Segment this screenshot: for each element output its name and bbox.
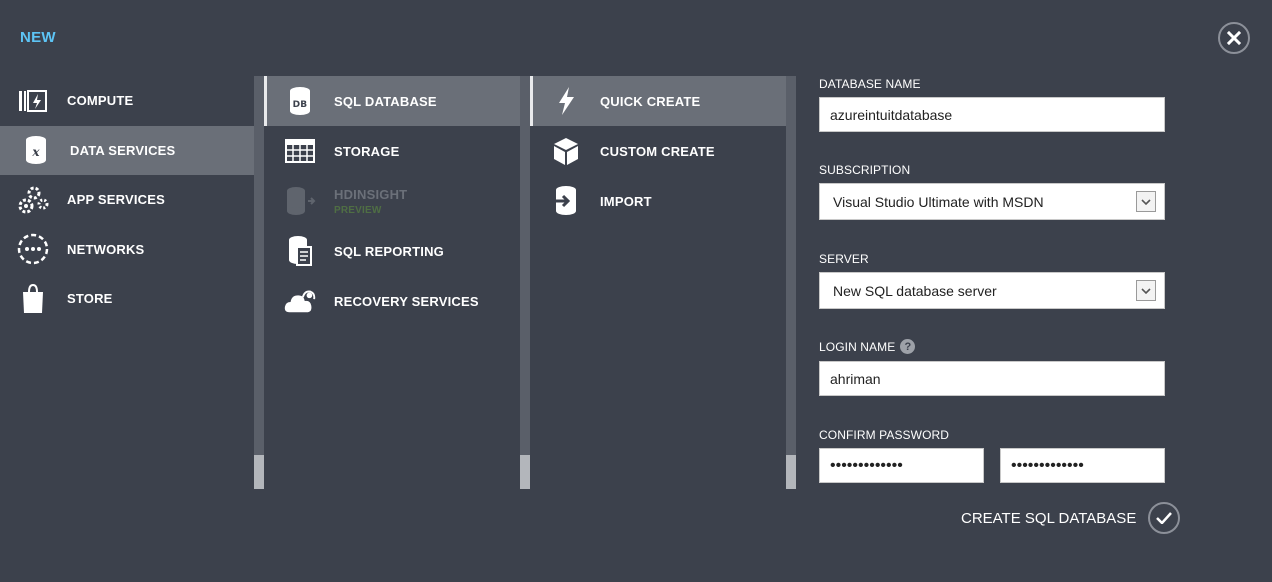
compute-icon — [17, 85, 49, 117]
category-list: COMPUTE x DATA SERVICES APP SERVICES NET… — [0, 76, 254, 489]
close-button[interactable] — [1218, 22, 1250, 54]
server-value: New SQL database server — [833, 282, 997, 299]
checkmark-icon[interactable] — [1148, 502, 1181, 534]
category-label: STORE — [67, 291, 113, 307]
data-services-icon: x — [20, 134, 52, 166]
svg-text:DB: DB — [293, 100, 308, 110]
password-input[interactable]: ••••••••••••• — [819, 448, 984, 483]
category-item-compute[interactable]: COMPUTE — [0, 76, 254, 126]
database-name-label: DATABASE NAME — [819, 77, 921, 91]
database-name-input[interactable]: azureintuitdatabase — [819, 97, 1165, 132]
login-name-label-row: LOGIN NAME ? — [819, 339, 916, 354]
scrollbar-thumb[interactable] — [786, 455, 796, 489]
storage-icon — [284, 135, 316, 167]
svg-text:x: x — [31, 145, 40, 159]
service-label: HDINSIGHT — [334, 186, 408, 202]
close-icon — [1227, 31, 1241, 45]
networks-icon — [17, 233, 49, 265]
category-item-store[interactable]: STORE — [0, 274, 254, 324]
confirm-password-input[interactable]: ••••••••••••• — [1000, 448, 1165, 483]
login-name-label: LOGIN NAME — [819, 339, 896, 354]
service-label: RECOVERY SERVICES — [334, 293, 479, 309]
sql-reporting-icon — [284, 235, 316, 267]
sql-database-icon: DB — [284, 85, 316, 117]
page-title: NEW — [20, 29, 56, 46]
chevron-down-icon[interactable] — [1136, 280, 1156, 301]
app-services-icon — [17, 184, 49, 216]
service-label-group: HDINSIGHT PREVIEW — [334, 187, 407, 216]
action-scrollbar[interactable] — [786, 76, 796, 489]
hdinsight-icon — [284, 185, 316, 217]
service-item-hdinsight: HDINSIGHT PREVIEW — [264, 176, 520, 226]
subscription-value: Visual Studio Ultimate with MSDN — [833, 193, 1044, 210]
service-label: STORAGE — [334, 143, 400, 159]
category-item-data-services[interactable]: x DATA SERVICES — [0, 125, 254, 175]
service-item-sql-reporting[interactable]: SQL REPORTING — [264, 226, 520, 276]
subscription-label: SUBSCRIPTION — [819, 163, 911, 177]
action-item-quick-create[interactable]: QUICK CREATE — [530, 76, 786, 126]
scrollbar-thumb[interactable] — [254, 455, 264, 489]
service-item-recovery-services[interactable]: RECOVERY SERVICES — [264, 276, 520, 326]
category-scrollbar[interactable] — [254, 76, 264, 489]
chevron-down-icon[interactable] — [1136, 191, 1156, 212]
login-name-input[interactable]: ahriman — [819, 361, 1165, 396]
confirm-password-label: CONFIRM PASSWORD — [819, 428, 950, 442]
lightning-icon — [550, 85, 582, 117]
service-scrollbar[interactable] — [520, 76, 530, 489]
recovery-services-icon — [284, 285, 316, 317]
category-label: NETWORKS — [67, 241, 145, 257]
preview-badge: PREVIEW — [334, 204, 382, 216]
action-list: QUICK CREATE CUSTOM CREATE IMPORT — [530, 76, 786, 489]
help-icon[interactable]: ? — [900, 339, 916, 354]
create-sql-database-button[interactable]: CREATE SQL DATABASE — [961, 502, 1181, 534]
service-label: SQL REPORTING — [334, 243, 444, 259]
service-item-storage[interactable]: STORAGE — [264, 126, 520, 176]
create-label: CREATE SQL DATABASE — [961, 509, 1137, 527]
store-icon — [17, 283, 49, 315]
server-select[interactable]: New SQL database server — [819, 272, 1165, 309]
category-item-app-services[interactable]: APP SERVICES — [0, 175, 254, 225]
box-icon — [550, 135, 582, 167]
category-item-networks[interactable]: NETWORKS — [0, 225, 254, 275]
subscription-select[interactable]: Visual Studio Ultimate with MSDN — [819, 183, 1165, 220]
server-label: SERVER — [819, 252, 869, 266]
action-label: QUICK CREATE — [600, 93, 701, 109]
action-label: CUSTOM CREATE — [600, 143, 715, 159]
category-label: APP SERVICES — [67, 192, 166, 208]
import-icon — [550, 185, 582, 217]
category-label: COMPUTE — [67, 93, 134, 109]
service-label: SQL DATABASE — [334, 93, 437, 109]
service-item-sql-database[interactable]: DB SQL DATABASE — [264, 76, 520, 126]
action-label: IMPORT — [600, 193, 652, 209]
service-list: DB SQL DATABASE STORAGE HDINSIGHT PREVIE — [264, 76, 520, 489]
action-item-import[interactable]: IMPORT — [530, 176, 786, 226]
action-item-custom-create[interactable]: CUSTOM CREATE — [530, 126, 786, 176]
scrollbar-thumb[interactable] — [520, 455, 530, 489]
category-label: DATA SERVICES — [70, 142, 176, 158]
